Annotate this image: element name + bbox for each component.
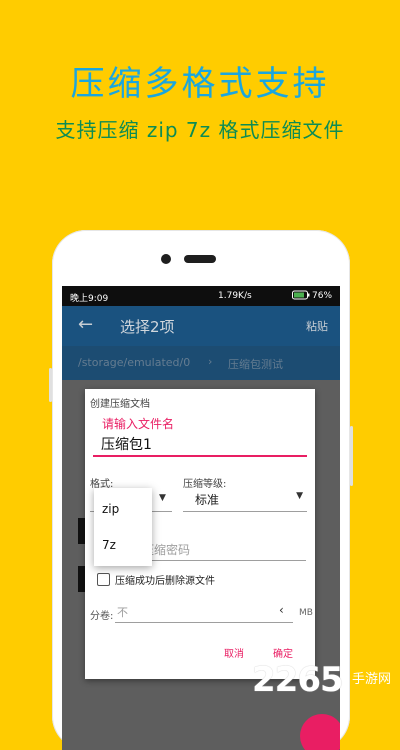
format-dropdown-arrow-icon[interactable]: ▼ xyxy=(159,493,166,503)
chevron-down-icon: ▼ xyxy=(296,491,303,501)
chevron-right-icon: › xyxy=(208,355,213,368)
filename-input[interactable] xyxy=(93,433,307,457)
site-watermark: 2265 手游网 xyxy=(252,660,392,704)
filename-hint: 请输入文件名 xyxy=(102,417,175,431)
status-time: 晚上9:09 xyxy=(70,294,109,304)
status-bar: 晚上9:09 1.79K/s 76% xyxy=(62,286,340,306)
compression-level-select[interactable]: 标准 ▼ xyxy=(183,489,307,512)
split-volume-input[interactable] xyxy=(115,603,293,623)
breadcrumb-current[interactable]: 压缩包测试 xyxy=(228,356,283,372)
format-option-zip[interactable]: zip xyxy=(102,502,119,516)
split-volume-label: 分卷: xyxy=(90,611,114,622)
promo-subtitle: 支持压缩 zip 7z 格式压缩文件 xyxy=(55,118,345,142)
breadcrumb-root[interactable]: /storage/emulated/0 xyxy=(78,356,190,369)
floating-action-button[interactable] xyxy=(300,714,340,750)
split-unit: MB xyxy=(299,608,313,618)
cancel-button[interactable]: 取消 xyxy=(224,645,244,660)
chevron-left-icon[interactable]: ‹ xyxy=(279,603,284,617)
front-camera xyxy=(161,254,171,264)
format-option-7z[interactable]: 7z xyxy=(102,538,116,552)
network-speed: 1.79K/s xyxy=(218,291,252,301)
compression-level-value: 标准 xyxy=(195,493,220,507)
password-input[interactable] xyxy=(140,539,306,561)
app-bar: ← 选择2项 粘贴 xyxy=(62,306,340,346)
promo-title: 压缩多格式支持 xyxy=(70,64,330,104)
watermark-text: 手游网 xyxy=(352,672,392,687)
format-dropdown-menu: zip 7z xyxy=(94,488,152,566)
battery-percent: 76% xyxy=(312,291,333,301)
selection-title: 选择2项 xyxy=(120,318,175,336)
delete-source-label: 压缩成功后删除源文件 xyxy=(115,576,215,587)
compression-level-label: 压缩等级: xyxy=(183,479,227,490)
delete-source-checkbox[interactable] xyxy=(97,573,110,586)
watermark-number: 2265 xyxy=(252,660,344,700)
volume-button xyxy=(49,368,52,402)
paste-button[interactable]: 粘贴 xyxy=(306,318,328,334)
earpiece-speaker xyxy=(184,255,216,263)
breadcrumb: /storage/emulated/0 › 压缩包测试 xyxy=(62,346,340,380)
dialog-title: 创建压缩文档 xyxy=(90,399,150,410)
battery-icon xyxy=(292,290,310,300)
power-button xyxy=(350,426,353,486)
confirm-button[interactable]: 确定 xyxy=(273,645,293,660)
arrow-left-icon[interactable]: ← xyxy=(78,314,93,335)
